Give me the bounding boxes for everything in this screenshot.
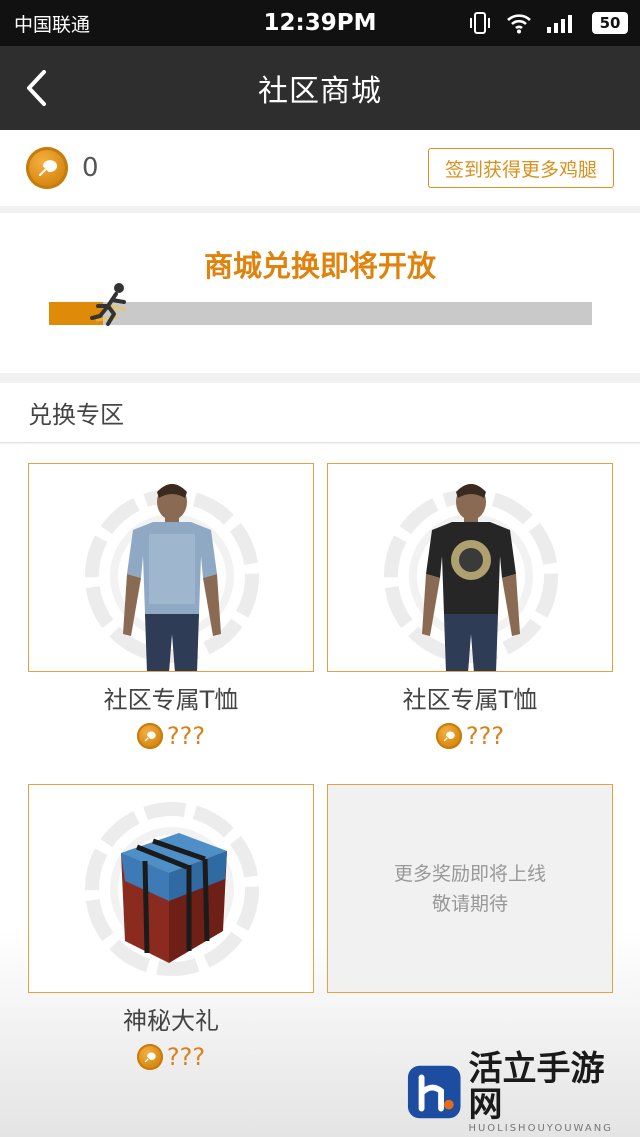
coming-soon-card: 更多奖励即将上线 敬请期待 [327, 784, 613, 993]
wifi-icon [507, 14, 531, 34]
status-icons: 50 [468, 11, 628, 35]
stay-tuned-text: 敬请期待 [431, 892, 508, 915]
item-price-value: ??? [166, 722, 206, 750]
item-card-tshirt-dark[interactable] [327, 463, 613, 672]
item-price-value: ??? [166, 1043, 206, 1071]
status-bar: 中国联通 12:39PM 50 [0, 0, 640, 46]
coin-count: 0 [82, 153, 99, 183]
item-price: ??? [327, 722, 613, 750]
runner-icon [90, 283, 127, 326]
checkin-button[interactable]: 签到获得更多鸡腿 [427, 148, 614, 188]
nav-bar: 社区商城 [0, 46, 640, 130]
item-name: 社区专属T恤 [103, 686, 239, 714]
section-title: 兑换专区 [0, 383, 640, 443]
item-price: ??? [28, 722, 314, 750]
drumstick-coin-icon [136, 723, 163, 749]
chevron-left-icon [27, 70, 46, 106]
item-card-mystery-gift[interactable] [28, 784, 314, 993]
coming-soon-text: 更多奖励即将上线 [393, 862, 546, 885]
watermark-subtitle: HUOLISHOUYOUWANG [468, 1122, 613, 1134]
progress-title: 商城兑换即将开放 [203, 249, 436, 283]
item-card-tshirt-light[interactable] [28, 463, 314, 672]
page-title: 社区商城 [258, 74, 382, 109]
watermark: 活立手游网 HUOLISHOUYOUWANG [406, 1048, 634, 1134]
item-price-value: ??? [465, 722, 505, 750]
item-price: ??? [28, 1043, 314, 1071]
watermark-title: 活立手游网 [468, 1048, 605, 1125]
back-button[interactable] [14, 66, 58, 110]
watermark-logo-icon [407, 1065, 461, 1119]
drumstick-coin-icon [435, 723, 462, 749]
drumstick-coin-icon [26, 147, 68, 189]
item-name: 神秘大礼 [123, 1007, 219, 1035]
supply-crate-image [85, 802, 259, 976]
drumstick-coin-icon [136, 1044, 163, 1070]
carrier-label: 中国联通 [14, 13, 91, 36]
tshirt-light-image [85, 484, 259, 671]
tshirt-dark-image [384, 484, 558, 671]
signal-icon [547, 15, 572, 33]
coin-balance-row: 0 签到获得更多鸡腿 [0, 130, 640, 206]
battery-icon: 50 [592, 12, 628, 34]
vibrate-icon [470, 12, 490, 34]
item-name: 社区专属T恤 [402, 686, 538, 714]
